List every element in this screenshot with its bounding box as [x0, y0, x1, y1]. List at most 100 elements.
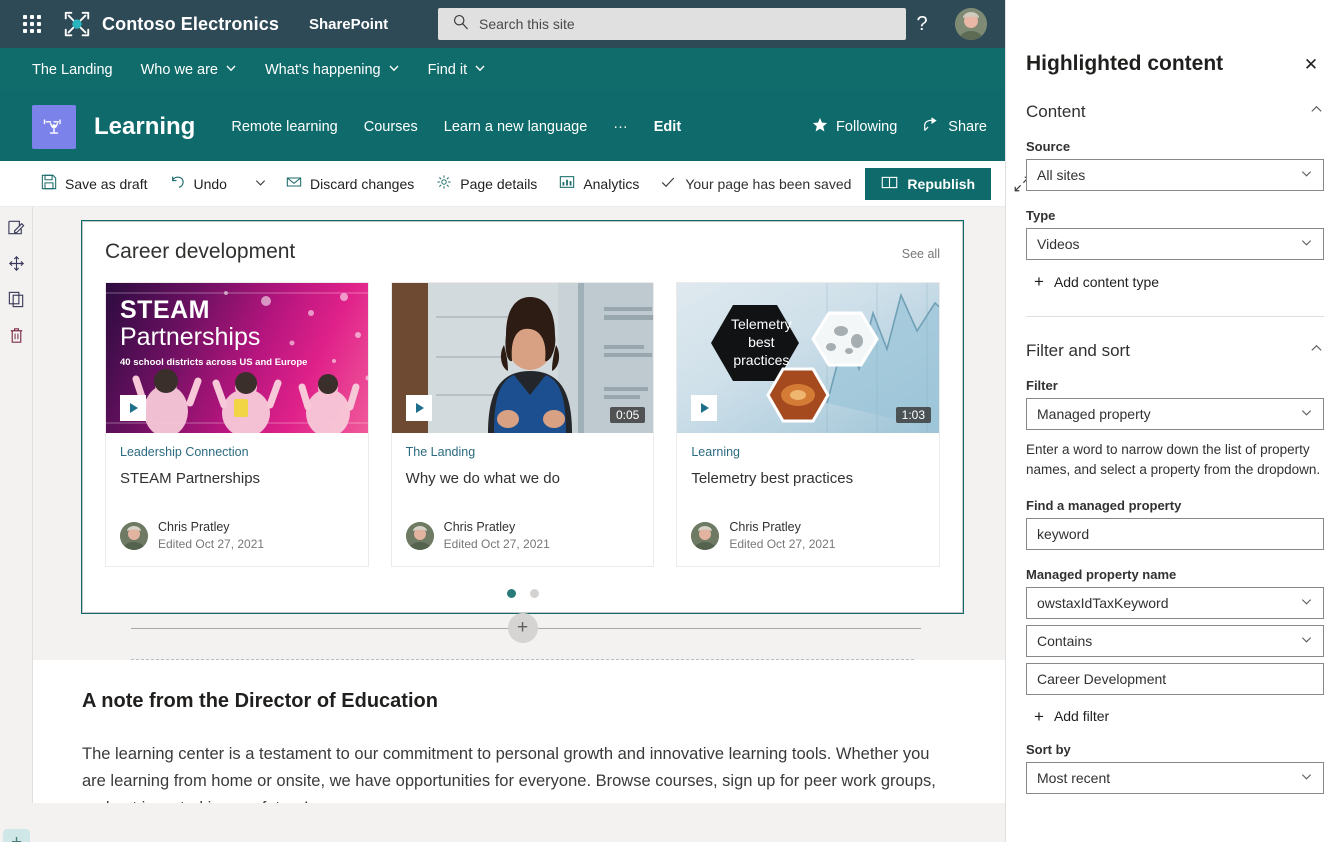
hubnav-item-learn-a-new-language[interactable]: Learn a new language: [444, 119, 588, 135]
undo-dropdown-button[interactable]: [246, 166, 275, 202]
delete-section-icon[interactable]: [5, 324, 27, 346]
source-dropdown[interactable]: All sites: [1026, 159, 1324, 191]
thumb-heading2: Partnerships: [120, 323, 261, 351]
drone-site-logo-icon[interactable]: [32, 104, 76, 149]
save-as-draft-button[interactable]: Save as draft: [30, 166, 159, 202]
webpart-header: Career development See all: [83, 240, 962, 264]
command-bar: Save as draft Undo Discard changes Page …: [0, 161, 1030, 207]
suite-app-name[interactable]: SharePoint: [309, 16, 388, 33]
card-title[interactable]: Telemetry best practices: [691, 469, 925, 489]
operator-value: Contains: [1037, 632, 1093, 649]
add-section-button[interactable]: +: [3, 829, 30, 842]
card-footer: Chris Pratley Edited Oct 27, 2021: [106, 519, 368, 566]
republish-icon: [881, 174, 898, 194]
filter-help-text: Enter a word to narrow down the list of …: [1026, 442, 1321, 478]
undo-label: Undo: [193, 175, 227, 192]
duplicate-section-icon[interactable]: [5, 288, 27, 310]
pager-dot-1[interactable]: [506, 589, 516, 599]
webpart-title: Career development: [105, 240, 296, 263]
card-edited: Edited Oct 27, 2021: [158, 536, 265, 551]
content-card[interactable]: STEAM Partnerships 40 school districts a…: [105, 282, 369, 568]
user-avatar[interactable]: [955, 8, 987, 40]
highlighted-content-webpart[interactable]: Career development See all STEAM Partner…: [81, 219, 964, 615]
content-card[interactable]: Telemetry best practices 1:03 Learning T…: [676, 282, 941, 568]
nav-item-find-it[interactable]: Find it: [428, 62, 487, 78]
search-placeholder: Search this site: [479, 16, 575, 32]
hubnav-item-remote-learning[interactable]: Remote learning: [231, 119, 337, 135]
search-input[interactable]: Search this site: [438, 8, 906, 40]
content-group-header[interactable]: Content: [1026, 78, 1324, 122]
edit-section-icon[interactable]: [5, 216, 27, 238]
add-filter-button[interactable]: + Add filter: [1026, 708, 1324, 725]
card-thumbnail[interactable]: Telemetry best practices 1:03: [677, 283, 940, 433]
find-property-value: keyword: [1037, 525, 1090, 542]
nav-item-whats-happening[interactable]: What's happening: [265, 62, 400, 78]
card-site-name[interactable]: The Landing: [406, 445, 640, 459]
help-icon[interactable]: ?: [911, 13, 933, 35]
app-launcher-icon[interactable]: [12, 0, 52, 48]
type-label: Type: [1026, 208, 1056, 223]
drone-logo-icon: [62, 9, 92, 39]
share-button[interactable]: Share: [923, 116, 987, 137]
play-icon[interactable]: [405, 395, 432, 421]
pager-dot-2[interactable]: [529, 589, 539, 599]
following-button[interactable]: Following: [812, 117, 897, 137]
card-list: STEAM Partnerships 40 school districts a…: [83, 264, 962, 568]
filter-dropdown[interactable]: Managed property: [1026, 398, 1324, 430]
filter-value: Managed property: [1037, 406, 1151, 422]
nav-item-the-landing[interactable]: The Landing: [32, 62, 113, 78]
managed-property-name-label: Managed property name: [1026, 566, 1177, 582]
find-property-label: Find a managed property: [1026, 497, 1182, 513]
republish-button[interactable]: Republish: [865, 167, 992, 200]
find-property-input[interactable]: keyword: [1026, 517, 1324, 550]
sort-by-dropdown[interactable]: Most recent: [1026, 761, 1324, 794]
move-section-icon[interactable]: [5, 252, 27, 274]
type-value: Videos: [1037, 236, 1080, 252]
analytics-button[interactable]: Analytics: [548, 166, 650, 202]
play-icon[interactable]: [691, 395, 718, 421]
avatar: [691, 521, 720, 550]
add-webpart-button[interactable]: +: [507, 613, 538, 644]
managed-property-value: owstaxIdTaxKeyword: [1037, 594, 1169, 611]
nav-label: Find it: [427, 62, 468, 78]
card-thumbnail[interactable]: STEAM Partnerships 40 school districts a…: [106, 283, 368, 433]
card-edited: Edited Oct 27, 2021: [729, 536, 836, 551]
filter-group-header[interactable]: Filter and sort: [1026, 317, 1324, 361]
undo-button[interactable]: Undo: [159, 166, 238, 202]
card-title[interactable]: Why we do what we do: [406, 469, 640, 489]
thumb-heading: Telemetry: [731, 316, 792, 332]
page-content: Career development See all STEAM Partner…: [33, 207, 1005, 803]
type-dropdown[interactable]: Videos: [1026, 228, 1324, 260]
share-icon: [923, 116, 940, 137]
chevron-down-icon: [254, 176, 267, 192]
sharepoint-page: Contoso Electronics SharePoint Search th…: [0, 0, 1344, 842]
chevron-up-icon: [1309, 102, 1324, 122]
operand-input[interactable]: Career Development: [1026, 662, 1324, 695]
managed-property-dropdown[interactable]: owstaxIdTaxKeyword: [1026, 586, 1324, 619]
card-body: The Landing Why we do what we do: [392, 433, 654, 519]
close-icon[interactable]: ✕: [1298, 52, 1324, 78]
add-content-type-button[interactable]: + Add content type: [1026, 273, 1324, 290]
analytics-label: Analytics: [583, 175, 640, 192]
card-title[interactable]: STEAM Partnerships: [120, 469, 354, 489]
add-content-type-label: Add content type: [1053, 273, 1160, 290]
play-icon[interactable]: [120, 395, 146, 421]
operator-dropdown[interactable]: Contains: [1026, 624, 1324, 657]
discard-changes-button[interactable]: Discard changes: [275, 166, 425, 202]
chevron-down-icon: [1300, 236, 1313, 252]
card-thumbnail[interactable]: 0:05: [391, 283, 654, 433]
card-site-name[interactable]: Learning: [691, 445, 925, 459]
page-left-column: Contoso Electronics SharePoint Search th…: [0, 0, 1030, 842]
page-details-button[interactable]: Page details: [425, 166, 548, 202]
nav-item-who-we-are[interactable]: Who we are: [141, 62, 237, 78]
hubnav-overflow-icon[interactable]: ···: [613, 119, 628, 135]
chevron-down-icon: [225, 62, 237, 78]
text-webpart[interactable]: A note from the Director of Education Th…: [33, 660, 1005, 803]
brand[interactable]: Contoso Electronics: [62, 9, 279, 39]
hubnav-item-courses[interactable]: Courses: [364, 119, 418, 135]
hubnav-item-edit[interactable]: Edit: [654, 119, 681, 135]
see-all-link[interactable]: See all: [902, 247, 940, 261]
content-card[interactable]: 0:05 The Landing Why we do what we do Ch…: [390, 282, 655, 568]
card-site-name[interactable]: Leadership Connection: [120, 445, 354, 459]
note-heading: A note from the Director of Education: [82, 690, 438, 713]
